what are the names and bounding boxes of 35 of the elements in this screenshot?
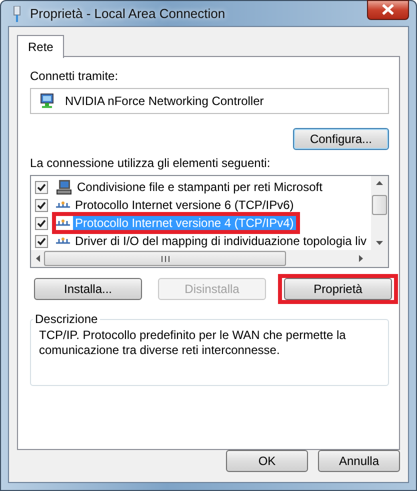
network-adapter-icon — [39, 93, 55, 109]
checkbox[interactable] — [35, 234, 48, 248]
connect-via-label: Connetti tramite: — [30, 69, 120, 83]
component-item[interactable]: Protocollo Internet versione 6 (TCP/IPv6) — [73, 198, 296, 212]
scroll-left-icon[interactable] — [36, 255, 40, 262]
network-cable-icon — [12, 6, 22, 22]
protocol-icon — [56, 201, 70, 209]
description-text: TCP/IP. Protocollo predefinito per le WAN che permette la comunicazione tra diverse reti interconnesse. — [39, 328, 347, 358]
close-icon — [382, 4, 394, 15]
checkbox[interactable] — [35, 198, 48, 212]
action-button[interactable]: Installa... — [34, 278, 142, 300]
adapter-name: NVIDIA nForce Networking Controller — [65, 94, 264, 108]
scroll-down-icon[interactable] — [376, 241, 383, 245]
scroll-right-icon[interactable] — [359, 255, 363, 262]
grip-icon — [160, 256, 170, 262]
description-title: Descrizione — [34, 312, 99, 326]
scroll-thumb[interactable] — [372, 195, 387, 215]
dialog-button[interactable]: Annulla — [318, 450, 400, 472]
checkbox[interactable] — [35, 216, 48, 230]
components-label: La connessione utilizza gli elementi seguenti: — [30, 156, 272, 170]
window-title: Proprietà - Local Area Connection — [30, 6, 226, 21]
vertical-scrollbar[interactable] — [371, 176, 388, 250]
scroll-up-icon[interactable] — [376, 181, 383, 185]
component-item[interactable]: Condivisione file e stampanti per reti Microsoft — [75, 180, 324, 194]
scroll-thumb[interactable] — [44, 251, 286, 266]
dialog-button[interactable]: OK — [226, 450, 308, 472]
checkbox[interactable] — [35, 180, 48, 194]
component-item[interactable]: Driver di I/O del mapping di individuazione topologia liv — [73, 234, 368, 248]
configure-button[interactable]: Configura... — [293, 128, 389, 150]
close-button[interactable] — [367, 0, 409, 20]
action-button[interactable]: Proprietà — [284, 278, 392, 300]
tab[interactable]: Rete — [17, 35, 64, 58]
protocol-icon — [56, 237, 70, 245]
protocol-icon — [56, 219, 70, 227]
computer-icon — [56, 180, 72, 194]
